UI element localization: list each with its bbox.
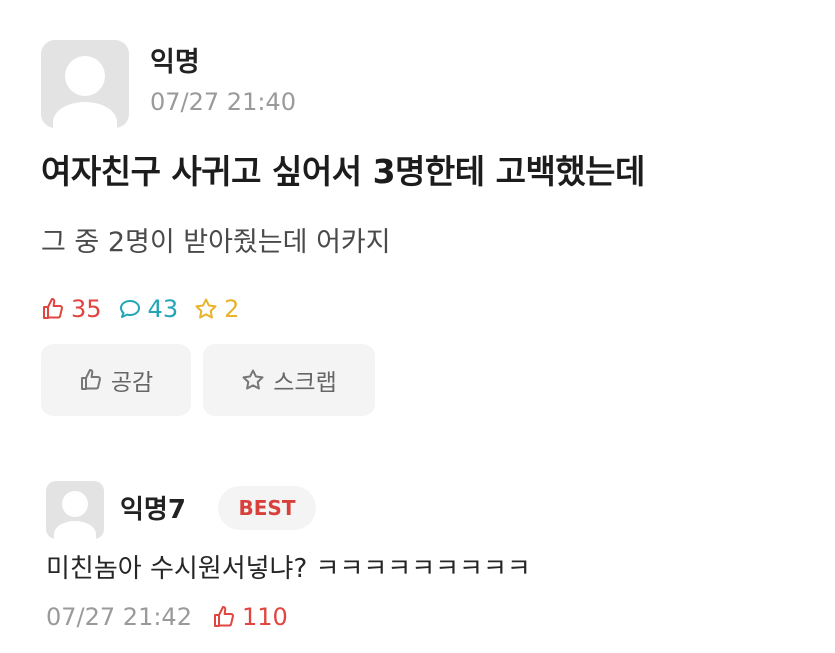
like-count-stat: 35 — [41, 295, 102, 323]
avatar-body-shape — [54, 521, 96, 539]
comment-meta: 07/27 21:42 110 — [46, 601, 288, 633]
star-icon — [242, 369, 264, 390]
speech-bubble-icon — [119, 300, 140, 318]
comment-text: 미친놈아 수시원서넣냐? ㅋㅋㅋㅋㅋㅋㅋㅋㅋ — [46, 554, 531, 584]
like-button-label: 공감 — [110, 370, 154, 396]
comment-author-avatar — [46, 481, 104, 539]
comment-author-name: 익명7 — [120, 495, 186, 525]
best-badge: BEST — [218, 486, 316, 530]
comment-date: 07/27 21:42 — [46, 603, 192, 631]
avatar-head-shape — [65, 56, 105, 96]
post-title: 여자친구 사귀고 싶어서 3명한테 고백했는데 — [41, 152, 645, 191]
like-count: 35 — [71, 295, 102, 323]
scrap-button-label: 스크랩 — [273, 370, 337, 396]
star-icon — [195, 298, 217, 319]
thumbs-up-icon — [43, 298, 63, 319]
scrap-count: 2 — [224, 295, 240, 323]
post-body: 그 중 2명이 받아줬는데 어카지 — [41, 227, 391, 258]
like-button[interactable]: 공감 — [41, 344, 191, 416]
thumbs-up-icon — [80, 369, 101, 390]
post-date: 07/27 21:40 — [150, 88, 296, 116]
comment-count-stat: 43 — [118, 295, 179, 323]
post-author-avatar — [41, 40, 129, 128]
post-author-name: 익명 — [150, 47, 200, 78]
comment-count: 43 — [147, 295, 179, 323]
avatar-body-shape — [53, 102, 117, 128]
post-stats: 35 43 2 — [41, 293, 255, 325]
comment-like-count: 110 — [241, 603, 288, 631]
scrap-button[interactable]: 스크랩 — [203, 344, 375, 416]
avatar-head-shape — [62, 491, 88, 517]
scrap-count-stat: 2 — [194, 295, 239, 323]
thumbs-up-icon — [213, 606, 234, 627]
comment-like-button[interactable]: 110 — [212, 603, 288, 631]
